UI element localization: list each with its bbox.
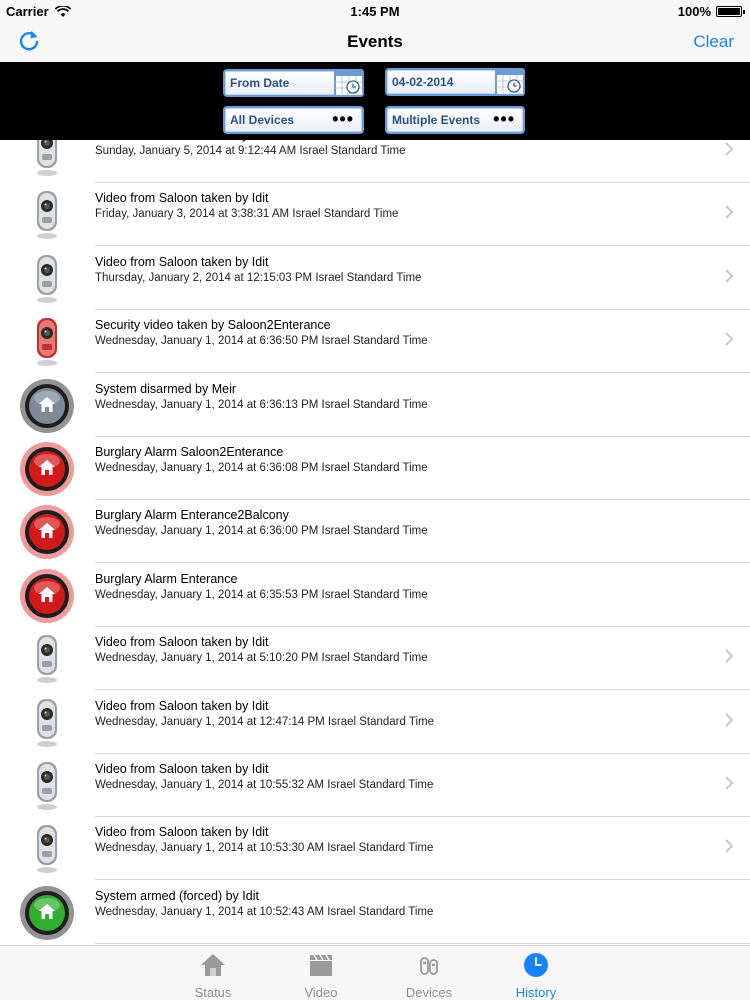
event-title: Video from Saloon taken by Idit [95, 191, 269, 206]
tab-bar: Status Video Devices History [0, 945, 750, 1000]
from-date-field[interactable]: From Date [223, 69, 364, 97]
event-row[interactable]: Security video taken by Saloon2Enterance… [0, 310, 750, 374]
calendar-icon[interactable] [495, 68, 525, 96]
tab-label: Status [194, 985, 232, 1000]
event-timestamp: Wednesday, January 1, 2014 at 12:47:14 P… [95, 715, 435, 728]
event-row[interactable]: Video from Saloon taken by Idit Wednesday… [0, 817, 750, 881]
event-row[interactable]: Video from Saloon taken by Idit Friday, J… [0, 183, 750, 247]
tab-label: Devices [405, 985, 453, 1000]
armed-home-icon [20, 885, 74, 940]
event-row[interactable]: System armed (forced) by Idit Wednesday, … [0, 881, 750, 944]
event-timestamp: Wednesday, January 1, 2014 at 10:55:32 A… [95, 779, 434, 791]
row-divider [95, 942, 750, 944]
chevron-right-icon[interactable] [724, 204, 734, 220]
clapperboard-icon [310, 954, 332, 976]
camera-icon [37, 635, 57, 684]
battery-icon [716, 6, 745, 17]
event-row[interactable]: Burglary Alarm Enterance Wednesday, Janua… [0, 564, 750, 627]
event-title: Burglary Alarm Enterance [95, 571, 238, 586]
event-timestamp: Sunday, January 5, 2014 at 9:12:44 AM Is… [95, 145, 406, 157]
events-filter-label: Multiple Events [392, 113, 481, 127]
event-title: Burglary Alarm Enterance2Balcony [95, 508, 289, 523]
more-icon: ••• [493, 109, 515, 129]
camera-icon [37, 140, 57, 176]
calendar-icon[interactable] [334, 69, 364, 97]
event-row[interactable]: Video from Saloon taken by Idit Thursday,… [0, 247, 750, 310]
home-icon [201, 954, 225, 976]
event-timestamp: Wednesday, January 1, 2014 at 6:35:53 PM… [95, 588, 428, 601]
filter-bar: From Date 04-02-2014 All Devices ••• Mul… [0, 62, 750, 140]
status-bar: Carrier 1:45 PM 100% [0, 0, 750, 22]
alarm-home-icon [20, 505, 74, 560]
camera-icon [37, 825, 57, 874]
tab-label: Video [304, 985, 338, 1000]
tab-label: History [515, 985, 557, 1000]
event-timestamp: Wednesday, January 1, 2014 at 5:10:20 PM… [95, 652, 428, 665]
camera-icon [37, 191, 57, 240]
page-title: Events [347, 32, 403, 51]
event-timestamp: Wednesday, January 1, 2014 at 6:36:13 PM… [95, 398, 428, 411]
chevron-right-icon[interactable] [724, 838, 734, 854]
event-title: Video from Saloon taken by Idit [95, 140, 269, 142]
tab-devices[interactable]: Devices [384, 950, 474, 1000]
status-right: 100% [677, 4, 745, 19]
events-filter[interactable]: Multiple Events ••• [385, 106, 525, 134]
event-row[interactable]: Video from Saloon taken by Idit Wednesday… [0, 627, 750, 691]
event-row[interactable]: Video from Saloon taken by Idit Sunday, J… [0, 140, 750, 183]
event-timestamp: Wednesday, January 1, 2014 at 6:36:08 PM… [95, 462, 428, 474]
event-timestamp: Wednesday, January 1, 2014 at 10:52:43 A… [95, 905, 434, 918]
event-row[interactable]: Video from Saloon taken by Idit Wednesday… [0, 754, 750, 817]
from-date-label: From Date [230, 76, 290, 90]
chevron-right-icon[interactable] [724, 648, 734, 664]
disarmed-home-icon [20, 378, 74, 433]
event-row[interactable]: Video from Saloon taken by Idit Wednesday… [0, 691, 750, 754]
chevron-right-icon[interactable] [724, 141, 734, 157]
event-title: Video from Saloon taken by Idit [95, 254, 269, 269]
alarm-home-icon [20, 442, 74, 496]
events-list[interactable]: Video from Saloon taken by Idit Sunday, J… [0, 140, 750, 945]
devices-icon [420, 957, 438, 975]
event-title: Video from Saloon taken by Idit [95, 825, 269, 840]
clear-button[interactable]: Clear [693, 32, 734, 52]
app-screen: Carrier 1:45 PM 100% Events Clear From D… [0, 0, 750, 1000]
event-title: Video from Saloon taken by Idit [95, 698, 269, 713]
chevron-right-icon[interactable] [724, 712, 734, 728]
event-title: Burglary Alarm Saloon2Enterance [95, 445, 284, 459]
more-icon: ••• [332, 109, 354, 129]
to-date-field[interactable]: 04-02-2014 [385, 68, 525, 96]
event-timestamp: Thursday, January 2, 2014 at 12:15:03 PM… [95, 271, 422, 284]
event-timestamp: Wednesday, January 1, 2014 at 6:36:00 PM… [95, 525, 428, 538]
tab-video[interactable]: Video [276, 950, 366, 1000]
event-row[interactable]: Burglary Alarm Saloon2Enterance Wednesday… [0, 437, 750, 500]
event-title: Security video taken by Saloon2Enterance [95, 318, 331, 333]
chevron-right-icon[interactable] [724, 775, 734, 791]
status-time: 1:45 PM [350, 4, 400, 19]
chevron-right-icon[interactable] [724, 268, 734, 284]
battery-percent: 100% [677, 4, 711, 19]
camera-icon [37, 762, 57, 810]
event-row[interactable]: Burglary Alarm Enterance2Balcony Wednesda… [0, 500, 750, 564]
navigation-bar: Events Clear [0, 22, 750, 62]
tab-history[interactable]: History [491, 950, 581, 1000]
event-title: System disarmed by Meir [95, 381, 237, 396]
devices-filter[interactable]: All Devices ••• [223, 106, 364, 134]
event-title: System armed (forced) by Idit [95, 888, 259, 903]
alarm-home-icon [20, 568, 74, 623]
clock-icon [524, 953, 548, 977]
tab-status[interactable]: Status [168, 950, 258, 1000]
camera-icon [37, 698, 57, 747]
devices-filter-label: All Devices [230, 113, 295, 127]
event-timestamp: Wednesday, January 1, 2014 at 6:36:50 PM… [95, 335, 428, 348]
camera-icon [37, 254, 57, 303]
event-title: Video from Saloon taken by Idit [95, 762, 269, 776]
to-date-value: 04-02-2014 [392, 75, 454, 89]
event-title: Video from Saloon taken by Idit [95, 635, 269, 650]
chevron-right-icon[interactable] [724, 331, 734, 347]
alarm-camera-icon [37, 318, 57, 367]
event-timestamp: Friday, January 3, 2014 at 3:38:31 AM Is… [95, 208, 399, 221]
event-row[interactable]: System disarmed by Meir Wednesday, Januar… [0, 374, 750, 437]
event-timestamp: Wednesday, January 1, 2014 at 10:53:30 A… [95, 842, 434, 855]
